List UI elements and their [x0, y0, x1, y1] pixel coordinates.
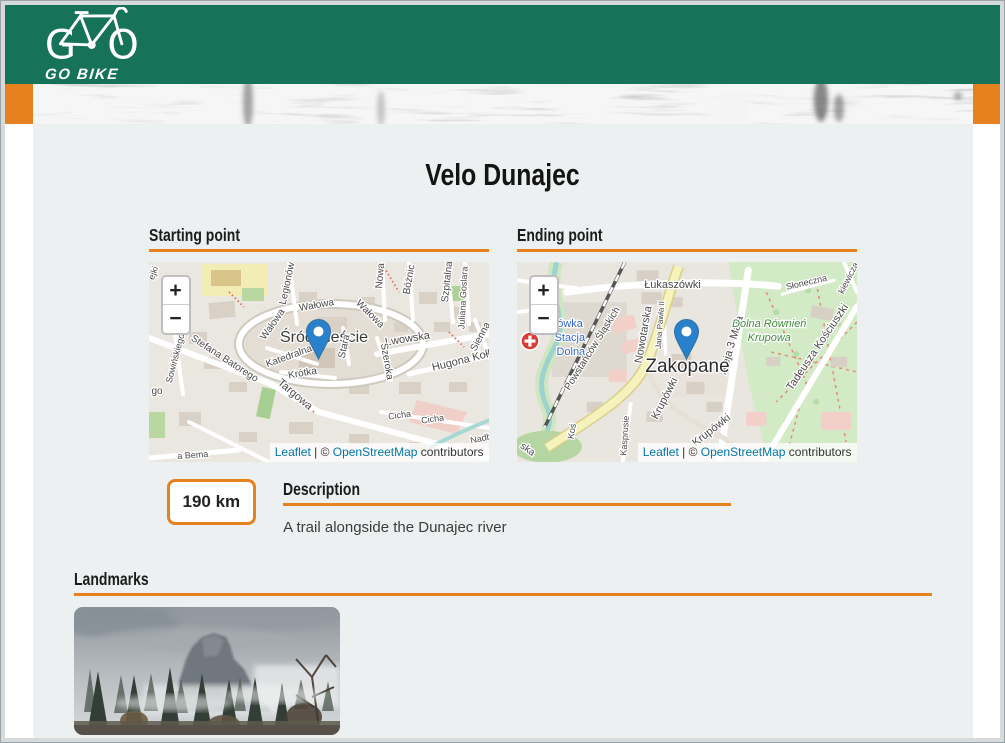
leaflet-link[interactable]: Leaflet: [275, 445, 311, 459]
ending-point-heading: Ending point: [517, 225, 857, 252]
svg-text:Krupowa: Krupowa: [747, 332, 790, 344]
main-content: Velo Dunajec Starting point: [5, 124, 1000, 738]
page: G O GO BIKE: [5, 5, 1000, 738]
logo-text: GO BIKE: [44, 66, 120, 83]
description-heading: Description: [283, 479, 731, 506]
distance-badge: 190 km: [167, 479, 257, 525]
starting-point-section: Starting point: [149, 225, 489, 462]
svg-text:Nowa: Nowa: [373, 262, 386, 289]
svg-text:Łukaszówki: Łukaszówki: [644, 279, 701, 291]
bike-logo-icon: G O: [42, 7, 157, 65]
svg-text:Dolna Równień: Dolna Równień: [732, 318, 806, 330]
leaflet-link[interactable]: Leaflet: [643, 445, 679, 459]
banner: [5, 84, 1000, 124]
map-marker-icon[interactable]: [306, 319, 331, 360]
description-text: A trail alongside the Dunajec river: [283, 519, 731, 536]
end-map[interactable]: ŁukaszówkiSłonecznakiewiczałówkaStacjaDo…: [517, 262, 857, 462]
description-row: 190 km Description A trail alongside the…: [149, 479, 857, 536]
banner-image: [33, 84, 973, 124]
zoom-in-button[interactable]: +: [163, 277, 189, 305]
ending-point-section: Ending point: [517, 225, 857, 462]
site-logo[interactable]: G O GO BIKE: [42, 7, 162, 84]
page-title: Velo Dunajec: [74, 124, 932, 193]
zoom-out-button[interactable]: −: [163, 305, 189, 333]
svg-text:łówka: łówka: [554, 318, 583, 330]
landmarks-section: Landmarks: [74, 569, 932, 735]
zoom-control: + −: [161, 275, 191, 335]
description-section: Description A trail alongside the Dunaje…: [283, 479, 731, 536]
landmark-photo: [74, 607, 340, 735]
maps-row: Starting point: [149, 225, 857, 462]
start-map[interactable]: WałowaWałowaWałowaLegionówNowaBóżnicSzpi…: [149, 262, 489, 462]
zoom-out-button[interactable]: −: [531, 305, 557, 333]
map-marker-icon[interactable]: [674, 319, 699, 360]
zoom-control: + −: [529, 275, 559, 335]
openstreetmap-link[interactable]: OpenStreetMap: [333, 445, 418, 459]
openstreetmap-link[interactable]: OpenStreetMap: [701, 445, 786, 459]
browser-viewport: G O GO BIKE: [0, 0, 1005, 743]
map-attribution: Leaflet | © OpenStreetMap contributors: [270, 443, 489, 462]
starting-point-heading: Starting point: [149, 225, 489, 252]
svg-text:Stacja: Stacja: [554, 332, 585, 344]
svg-text:go: go: [151, 386, 163, 397]
map-attribution: Leaflet | © OpenStreetMap contributors: [638, 443, 857, 462]
site-header: G O GO BIKE: [5, 5, 1000, 84]
landmarks-heading: Landmarks: [74, 569, 932, 596]
zoom-in-button[interactable]: +: [531, 277, 557, 305]
